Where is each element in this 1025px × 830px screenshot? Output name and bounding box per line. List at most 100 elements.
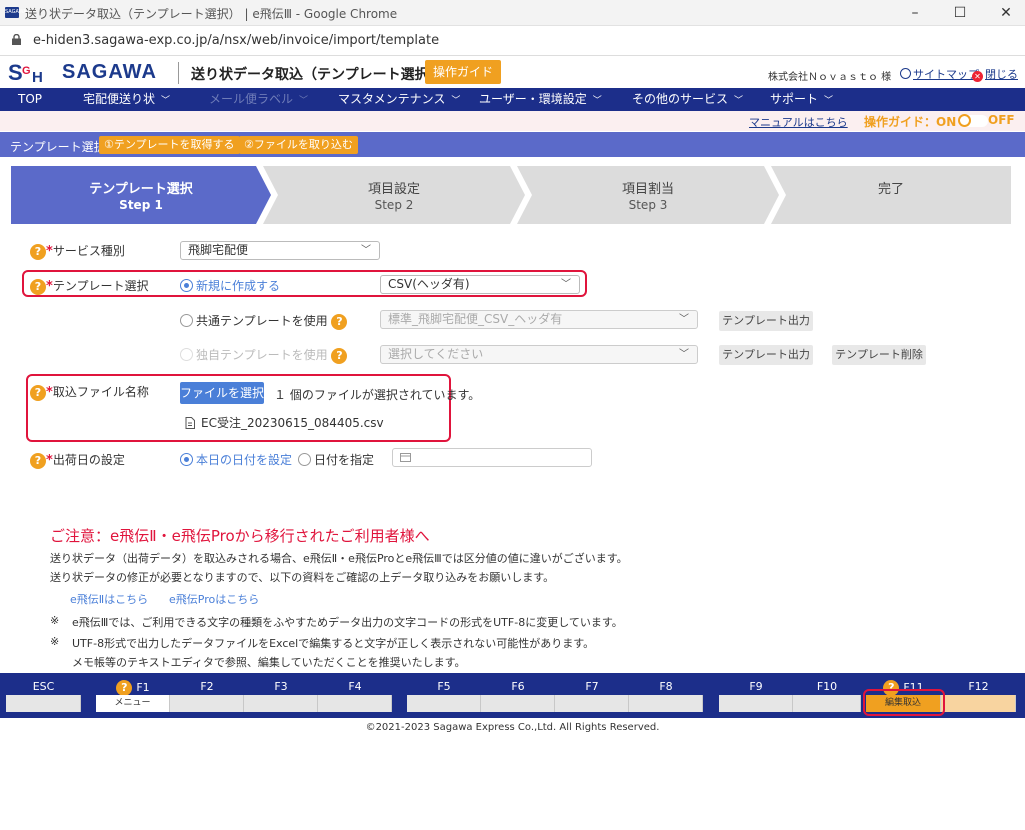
close-window-icon[interactable]: ✕ xyxy=(994,3,1018,23)
help-icon[interactable]: ? xyxy=(116,680,133,696)
chevron-down-icon: ﹀ xyxy=(561,279,571,290)
manual-link[interactable]: マニュアルはこちら xyxy=(749,114,848,130)
chevron-down-icon: ﹀ xyxy=(451,96,461,106)
radio-icon xyxy=(180,348,193,361)
import-file-text: 取込ファイル名称 xyxy=(52,385,149,399)
radio-ship-today[interactable]: 本日の日付を設定 xyxy=(180,451,292,468)
nav-takuhaibin[interactable]: 宅配便送り状 ﹀ xyxy=(83,88,170,111)
step-1-title: テンプレート選択 xyxy=(89,182,193,197)
template-output-button-2[interactable]: テンプレート出力 xyxy=(719,345,813,365)
fkey-f10-button[interactable] xyxy=(793,695,861,712)
service-type-label: ? *サービス種別 xyxy=(30,242,125,260)
fkey-f4-label: F4 xyxy=(348,680,362,693)
import-file-label: ? *取込ファイル名称 xyxy=(30,383,149,401)
highlight-f11 xyxy=(863,689,945,716)
chevron-down-icon: ﹀ xyxy=(734,96,744,106)
fkey-f7-button[interactable] xyxy=(555,695,629,712)
required-mark: * xyxy=(46,244,53,259)
step-2: 項目設定 Step 2 xyxy=(263,166,525,224)
guide-off-label: OFF xyxy=(988,113,1015,127)
fkey-esc-label: ESC xyxy=(32,680,55,693)
ship-date-text: 出荷日の設定 xyxy=(52,453,125,467)
service-type-value: 飛脚宅配便 xyxy=(188,243,249,257)
fkey-f4-button[interactable] xyxy=(318,695,392,712)
file-name: EC受注_20230615_084405.csv xyxy=(201,416,384,430)
minimize-icon[interactable]: – xyxy=(903,3,927,23)
help-icon[interactable]: ? xyxy=(30,453,46,469)
chevron-down-icon: ﹀ xyxy=(679,349,689,360)
window-title: 送り状データ取込（テンプレート選択） | e飛伝Ⅲ - Google Chrom… xyxy=(25,7,398,21)
radio-new-template[interactable]: 新規に作成する xyxy=(180,277,280,294)
ship-specify-label: 日付を指定 xyxy=(314,453,375,467)
step-4-title: 完了 xyxy=(877,182,904,197)
fkey-f1-button[interactable]: メニュー xyxy=(96,695,170,712)
new-format-value: CSV(ヘッダ有) xyxy=(388,277,470,291)
close-label: 閉じる xyxy=(985,68,1018,81)
globe-icon xyxy=(900,68,911,79)
notice-line-1: 送り状データ（出荷データ）を取込みされる場合、e飛伝Ⅱ・e飛伝Proとe飛伝Ⅲで… xyxy=(50,552,628,565)
close-circle-icon: ✕ xyxy=(972,71,983,82)
nav-top[interactable]: TOP xyxy=(18,88,42,111)
help-icon[interactable]: ? xyxy=(30,385,46,401)
maximize-icon[interactable]: ☐ xyxy=(948,3,972,23)
fkey-f6-label: F6 xyxy=(511,680,525,693)
note-mark-2: ※ xyxy=(50,635,60,648)
fkey-f8-button[interactable] xyxy=(629,695,703,712)
fkey-f2-button[interactable] xyxy=(170,695,244,712)
radio-common-template[interactable]: 共通テンプレートを使用 ? xyxy=(180,312,348,330)
choose-file-button[interactable]: ファイルを選択 xyxy=(180,382,264,404)
ship-date-input[interactable] xyxy=(392,448,592,467)
fkey-f6-button[interactable] xyxy=(481,695,555,712)
breadcrumb-current: テンプレート選択 xyxy=(10,140,106,154)
ehiden2-link[interactable]: e飛伝Ⅱはこちら xyxy=(70,591,148,607)
step-3-title: 項目割当 xyxy=(621,182,674,197)
template-delete-button[interactable]: テンプレート削除 xyxy=(832,345,926,365)
fkey-f5-label: F5 xyxy=(437,680,451,693)
help-icon[interactable]: ? xyxy=(331,314,348,330)
service-type-select[interactable]: 飛脚宅配便 ﹀ xyxy=(180,241,380,260)
operation-guide-button[interactable]: 操作ガイド xyxy=(425,60,501,84)
guide-on-label: 操作ガイド：ON xyxy=(864,115,957,129)
fkey-f2-label: F2 xyxy=(200,680,214,693)
chevron-down-icon: ﹀ xyxy=(361,245,371,256)
guide-toggle[interactable] xyxy=(958,114,988,127)
fkey-f5-button[interactable] xyxy=(407,695,481,712)
step-3: 項目割当 Step 3 xyxy=(517,166,779,224)
radio-own-template[interactable]: 独自テンプレートを使用 ? xyxy=(180,346,348,364)
fkey-f9-button[interactable] xyxy=(719,695,793,712)
lock-icon xyxy=(12,34,21,45)
own-template-placeholder: 選択してください xyxy=(388,347,484,361)
get-template-button[interactable]: ①テンプレートを取得する xyxy=(99,136,240,154)
nav-other-services[interactable]: その他のサービス ﹀ xyxy=(632,88,743,111)
ehidenpro-link[interactable]: e飛伝Proはこちら xyxy=(169,591,259,607)
window-titlebar: SAGAWA 送り状データ取込（テンプレート選択） | e飛伝Ⅲ - Googl… xyxy=(0,0,1025,26)
radio-icon xyxy=(180,314,193,327)
ship-date-label: ? *出荷日の設定 xyxy=(30,451,125,469)
svg-text:S: S xyxy=(8,60,23,85)
sitemap-label: サイトマップ xyxy=(913,68,979,81)
address-bar[interactable]: e-hiden3.sagawa-exp.co.jp/a/nsx/web/invo… xyxy=(0,26,1025,56)
common-template-value: 標準_飛脚宅配便_CSV_ヘッダ有 xyxy=(388,312,563,326)
nav-user-settings[interactable]: ユーザー・環境設定 ﹀ xyxy=(479,88,602,111)
url-text[interactable]: e-hiden3.sagawa-exp.co.jp/a/nsx/web/invo… xyxy=(33,33,439,48)
template-select-label: ? *テンプレート選択 xyxy=(30,277,148,295)
new-format-select[interactable]: CSV(ヘッダ有) ﹀ xyxy=(380,275,580,294)
help-icon[interactable]: ? xyxy=(30,244,46,260)
help-icon[interactable]: ? xyxy=(30,279,46,295)
radio-ship-specify[interactable]: 日付を指定 xyxy=(298,451,374,468)
close-link[interactable]: ✕ 閉じる xyxy=(972,66,1018,82)
fkey-f12-button[interactable] xyxy=(941,695,1016,712)
header-divider xyxy=(178,62,179,84)
import-file-button[interactable]: ②ファイルを取り込む xyxy=(239,136,358,154)
chevron-down-icon: ﹀ xyxy=(161,96,171,106)
nav-master[interactable]: マスタメンテナンス ﹀ xyxy=(338,88,460,111)
own-template-select[interactable]: 選択してください ﹀ xyxy=(380,345,698,364)
template-output-button-1[interactable]: テンプレート出力 xyxy=(719,311,813,331)
radio-icon xyxy=(180,279,193,292)
help-icon[interactable]: ? xyxy=(331,348,348,364)
sitemap-link[interactable]: サイトマップ xyxy=(900,66,979,82)
nav-support[interactable]: サポート ﹀ xyxy=(770,88,833,111)
fkey-f3-button[interactable] xyxy=(244,695,318,712)
common-template-select[interactable]: 標準_飛脚宅配便_CSV_ヘッダ有 ﹀ xyxy=(380,310,698,329)
fkey-esc-button[interactable] xyxy=(6,695,81,712)
